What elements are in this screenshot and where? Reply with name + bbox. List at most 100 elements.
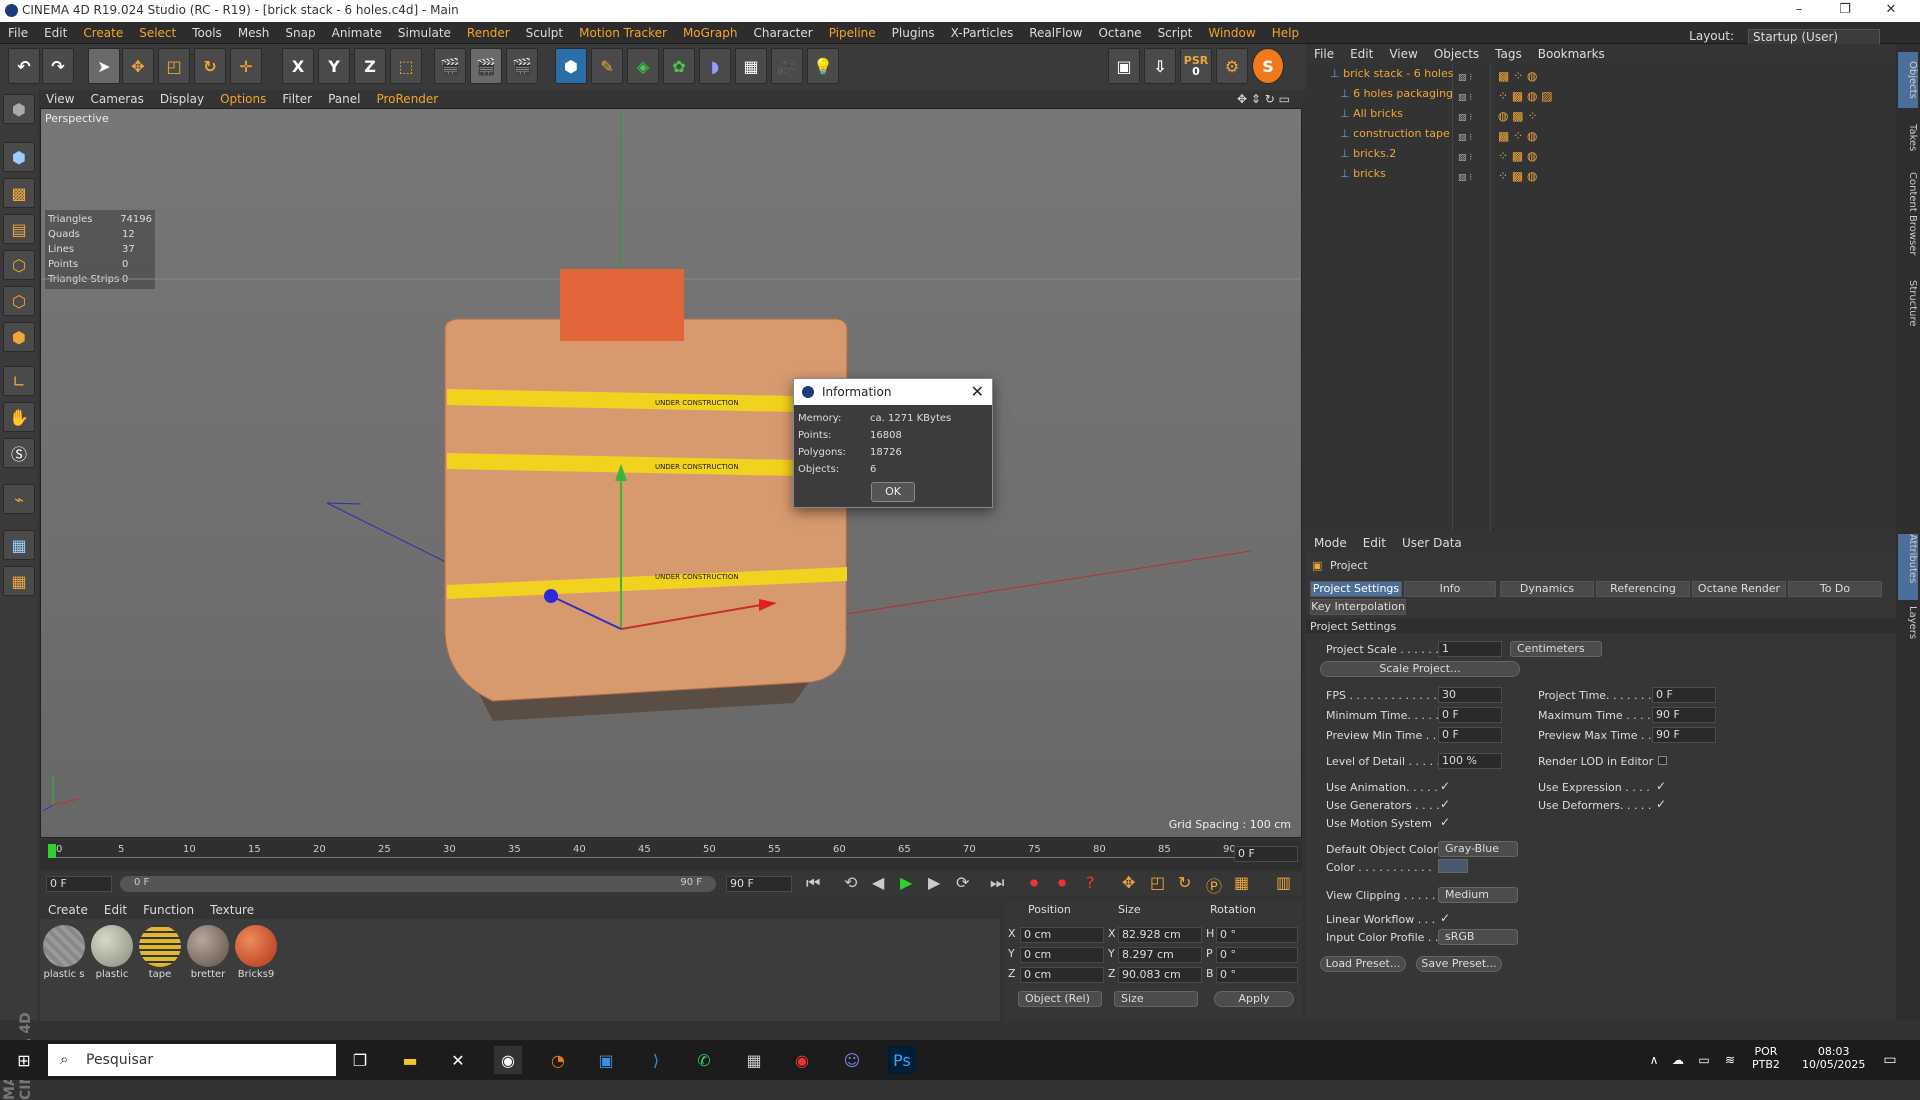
photoshop-icon[interactable]: Ps <box>888 1046 916 1074</box>
keyframe-selection-icon[interactable]: ? <box>1086 873 1095 892</box>
wifi-icon[interactable]: ≋ <box>1716 1046 1744 1074</box>
viewport-menu-prorender[interactable]: ProRender <box>368 90 446 108</box>
side-tab-takes[interactable]: Takes <box>1898 124 1918 168</box>
linear-workflow-checkbox[interactable]: ✓ <box>1440 911 1450 925</box>
windows-start-icon[interactable]: ⊞ <box>10 1046 38 1074</box>
mat-menu-create[interactable]: Create <box>40 901 96 919</box>
use-motion-checkbox[interactable]: ✓ <box>1440 815 1450 829</box>
psr-button[interactable]: PSR 0 <box>1180 48 1212 84</box>
select-arrow-icon[interactable]: ➤ <box>88 48 120 84</box>
use-expression-checkbox[interactable]: ✓ <box>1656 779 1666 793</box>
cloud-icon[interactable]: ☁ <box>1664 1046 1692 1074</box>
x-app-icon[interactable]: ✕ <box>444 1046 472 1074</box>
viewport-nav-icons[interactable]: ✥ ⇕ ↻ ▭ <box>1229 90 1298 108</box>
texture-mode-icon[interactable]: ▩ <box>3 178 35 208</box>
viewport-menu-filter[interactable]: Filter <box>274 90 320 108</box>
menu-plugins[interactable]: Plugins <box>884 22 943 44</box>
menu-window[interactable]: Window <box>1200 22 1263 44</box>
render-picture-viewer-icon[interactable]: 🎬 <box>470 48 502 84</box>
key-rotation-icon[interactable]: ↻ <box>1178 873 1191 892</box>
menu-mesh[interactable]: Mesh <box>230 22 278 44</box>
play-icon[interactable]: ▶ <box>900 873 912 892</box>
minimize-button[interactable]: – <box>1776 0 1822 22</box>
polygons-mode-icon[interactable]: ⬢ <box>3 322 35 352</box>
whatsapp-icon[interactable]: ✆ <box>690 1046 718 1074</box>
layout-dropdown[interactable]: Startup (User) <box>1748 28 1880 45</box>
timeline-ruler[interactable]: 0 5 10 15 20 25 30 35 40 45 50 55 60 65 … <box>40 840 1302 870</box>
clock[interactable]: 08:03 10/05/2025 <box>1802 1045 1865 1071</box>
z-axis-button[interactable]: Z <box>354 48 386 84</box>
pen-icon[interactable]: ✎ <box>591 48 623 84</box>
scale-unit-dropdown[interactable]: Centimeters <box>1510 641 1602 657</box>
tab-dynamics[interactable]: Dynamics <box>1500 581 1594 597</box>
magnet-icon[interactable]: ⌁ <box>3 484 35 514</box>
rotate-icon[interactable]: ↻ <box>194 48 226 84</box>
obj-menu-file[interactable]: File <box>1306 44 1342 64</box>
cube-icon[interactable]: ⬢ <box>555 48 587 84</box>
menu-motion-tracker[interactable]: Motion Tracker <box>571 22 675 44</box>
obj-menu-tags[interactable]: Tags <box>1487 44 1530 64</box>
rotation-b-field[interactable]: 0 ° <box>1216 967 1298 983</box>
s-plugin-icon[interactable]: S <box>1252 48 1284 84</box>
menu-pipeline[interactable]: Pipeline <box>821 22 884 44</box>
store-icon[interactable]: ▣ <box>592 1046 620 1074</box>
camera-icon[interactable]: 🎥 <box>771 48 803 84</box>
preview-min-field[interactable]: 0 F <box>1438 727 1502 743</box>
object-item-root[interactable]: ⊥ brick stack - 6 holes <box>1330 64 1454 84</box>
rotation-h-field[interactable]: 0 ° <box>1216 927 1298 943</box>
playhead[interactable] <box>48 844 56 858</box>
menu-simulate[interactable]: Simulate <box>390 22 459 44</box>
size-y-field[interactable]: 8.297 cm <box>1118 947 1202 963</box>
load-preset-button[interactable]: Load Preset... <box>1320 956 1406 972</box>
preview-max-field[interactable]: 90 F <box>1652 727 1716 743</box>
key-scale-icon[interactable]: ◰ <box>1150 873 1165 892</box>
viewport-menu-view[interactable]: View <box>38 90 82 108</box>
use-generators-checkbox[interactable]: ✓ <box>1440 797 1450 811</box>
viewport-menu-options[interactable]: Options <box>212 90 274 108</box>
view-clipping-dropdown[interactable]: Medium <box>1438 887 1518 903</box>
material-item[interactable]: plastic s <box>42 925 86 983</box>
start-frame-field[interactable]: 0 F <box>46 876 112 892</box>
menu-mograph[interactable]: MoGraph <box>675 22 746 44</box>
ok-button[interactable]: OK <box>871 482 915 502</box>
3d-viewport[interactable]: Perspective Triangles 74196 Quads 12 Lines… <box>40 108 1302 838</box>
side-tab-content-browser[interactable]: Content Browser <box>1898 172 1918 272</box>
menu-realflow[interactable]: RealFlow <box>1021 22 1090 44</box>
undo-icon[interactable]: ↶ <box>8 48 40 84</box>
material-item[interactable]: bretter <box>186 925 230 983</box>
lod-field[interactable]: 100 % <box>1438 753 1502 769</box>
position-x-field[interactable]: 0 cm <box>1020 927 1104 943</box>
cinema4d-taskbar-icon[interactable]: ◉ <box>494 1046 522 1074</box>
size-z-field[interactable]: 90.083 cm <box>1118 967 1202 983</box>
color-swatch[interactable] <box>1438 859 1468 873</box>
menu-script[interactable]: Script <box>1150 22 1201 44</box>
dialog-close-icon[interactable]: ✕ <box>971 382 984 401</box>
timeline-track[interactable]: 0 5 10 15 20 25 30 35 40 45 50 55 60 65 … <box>48 844 1268 858</box>
tab-project-settings[interactable]: Project Settings <box>1310 581 1402 597</box>
coordinate-system-icon[interactable]: ⬚ <box>390 48 422 84</box>
save-preset-button[interactable]: Save Preset... <box>1416 956 1502 972</box>
light-icon[interactable]: 💡 <box>807 48 839 84</box>
points-mode-icon[interactable]: ⬡ <box>3 250 35 280</box>
attr-menu-edit[interactable]: Edit <box>1355 533 1394 553</box>
tab-key-interpolation[interactable]: Key Interpolation <box>1310 599 1406 615</box>
snap-down-icon[interactable]: ⇩ <box>1144 48 1176 84</box>
chrome-icon[interactable]: ◉ <box>788 1046 816 1074</box>
apply-button[interactable]: Apply <box>1214 991 1294 1007</box>
obj-menu-objects[interactable]: Objects <box>1426 44 1487 64</box>
menu-edit[interactable]: Edit <box>36 22 75 44</box>
language-indicator[interactable]: POR PTB2 <box>1752 1045 1780 1071</box>
floor-icon[interactable]: ▦ <box>735 48 767 84</box>
record-icon[interactable]: ⏺ <box>1030 873 1038 893</box>
menu-file[interactable]: File <box>0 22 36 44</box>
redo-icon[interactable]: ↷ <box>42 48 74 84</box>
battery-icon[interactable]: ▭ <box>1690 1046 1718 1074</box>
prev-key-icon[interactable]: ⟲ <box>844 873 857 892</box>
prev-frame-icon[interactable]: ◀ <box>872 873 884 892</box>
current-frame-field[interactable]: 0 F <box>1234 846 1298 862</box>
calculator-icon[interactable]: ▦ <box>740 1046 768 1074</box>
taskbar-search[interactable]: Pesquisar <box>48 1044 336 1076</box>
obj-menu-bookmarks[interactable]: Bookmarks <box>1530 44 1613 64</box>
workplane-icon[interactable]: ▤ <box>3 214 35 244</box>
menu-render[interactable]: Render <box>459 22 518 44</box>
